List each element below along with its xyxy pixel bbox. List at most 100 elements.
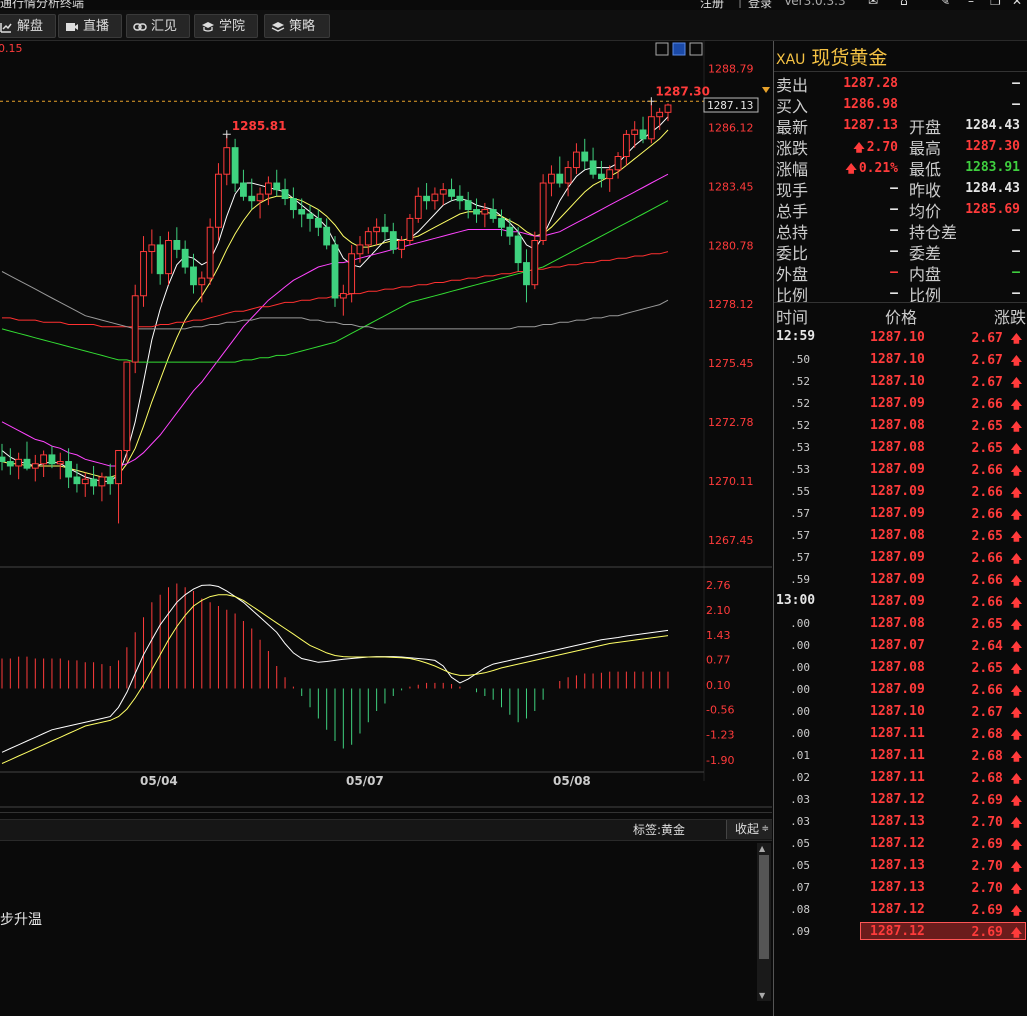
toolbar-label: 策略 (289, 19, 316, 34)
tick-row[interactable]: .00 1287.10 2.67 🡅 (774, 701, 1027, 723)
quote-row: 涨幅 🡅 0.21% 最低 1283.91 (774, 157, 1027, 179)
tick-row[interactable]: .53 1287.09 2.66 🡅 (774, 459, 1027, 481)
up-arrow-icon: 🡅 (845, 162, 857, 175)
scroll-up-icon[interactable]: ▲ (759, 844, 765, 853)
tick-row[interactable]: .01 1287.11 2.68 🡅 (774, 745, 1027, 767)
ticks-header-time: 时间 (776, 308, 809, 327)
tick-row[interactable]: .00 1287.08 2.65 🡅 (774, 657, 1027, 679)
tick-row[interactable]: .57 1287.09 2.66 🡅 (774, 547, 1027, 569)
tick-row[interactable]: .05 1287.12 2.69 🡅 (774, 833, 1027, 855)
candle-body (498, 217, 505, 228)
candle-body (240, 182, 247, 197)
restore-icon[interactable]: ❐ (990, 0, 1001, 8)
minimize-icon[interactable]: – (968, 0, 974, 8)
tick-row[interactable]: .52 1287.09 2.66 🡅 (774, 393, 1027, 415)
tick-change: 2.65 🡅 (972, 528, 1022, 547)
tick-row[interactable]: .03 1287.13 2.70 🡅 (774, 811, 1027, 833)
toolbar-button-jiepan[interactable]: 解盘 (0, 14, 56, 38)
tick-time: 13:00 (776, 593, 816, 608)
tick-row-selected[interactable]: .09 1287.12 2.69 🡅 (774, 921, 1027, 943)
toolbar: 解盘 直播 汇见 学院 策略 (0, 10, 1027, 41)
tick-row[interactable]: .55 1287.09 2.66 🡅 (774, 481, 1027, 503)
tick-change-text: 2.65 (971, 419, 1003, 434)
tick-row[interactable]: .50 1287.10 2.67 🡅 (774, 349, 1027, 371)
candle-body (173, 240, 181, 250)
tick-time: .53 (790, 463, 810, 476)
candle-body (148, 244, 156, 253)
kline-chart[interactable]: 0.15 1288.79 1286.12 1283.45 1280.78 1278.12… (0, 41, 772, 811)
tick-row[interactable]: .00 1287.08 2.65 🡅 (774, 613, 1027, 635)
tick-row[interactable]: .07 1287.13 2.70 🡅 (774, 877, 1027, 899)
tick-price: 1287.10 (870, 374, 925, 389)
tick-row[interactable]: .05 1287.13 2.70 🡅 (774, 855, 1027, 877)
quote-value-text: — (890, 202, 898, 217)
tick-change: 2.65 🡅 (972, 660, 1022, 679)
tick-time: .00 (790, 617, 810, 630)
news-scrollbar-thumb[interactable] (759, 855, 769, 959)
tick-row[interactable]: .57 1287.09 2.66 🡅 (774, 503, 1027, 525)
pin-icon[interactable]: ✎ (940, 0, 950, 8)
candle-body (106, 476, 114, 485)
tick-row[interactable]: 12:59 1287.10 2.67 🡅 (774, 327, 1027, 349)
tick-change-text: 2.66 (971, 507, 1003, 522)
tick-price: 1287.11 (870, 748, 925, 763)
collapse-button[interactable]: 收起 ≑ (726, 820, 772, 839)
tick-row[interactable]: .53 1287.08 2.65 🡅 (774, 437, 1027, 459)
tick-change: 2.66 🡅 (972, 484, 1022, 503)
candle-body (464, 200, 472, 211)
tick-row[interactable]: 13:00 1287.09 2.66 🡅 (774, 591, 1027, 613)
tick-row[interactable]: .52 1287.08 2.65 🡅 (774, 415, 1027, 437)
tick-row[interactable]: .57 1287.08 2.65 🡅 (774, 525, 1027, 547)
home-icon[interactable]: ⌂ (900, 0, 908, 8)
tick-change: 2.69 🡅 (972, 836, 1022, 855)
tick-time: .50 (790, 353, 810, 366)
tick-row[interactable]: .08 1287.12 2.69 🡅 (774, 899, 1027, 921)
tick-time: .01 (790, 749, 810, 762)
toolbar-label: 汇见 (151, 19, 178, 34)
quote-row: 委比 — 委差 — (774, 241, 1027, 263)
mode-button-2[interactable] (672, 42, 686, 56)
tick-change: 2.67 🡅 (972, 330, 1022, 349)
toolbar-button-huijian[interactable]: 汇见 (126, 14, 190, 38)
candle-body (431, 193, 439, 202)
candle-body (273, 182, 281, 191)
login-link[interactable]: 登录 (748, 0, 772, 10)
tick-change-text: 2.65 (971, 661, 1003, 676)
scroll-down-icon[interactable]: ▼ (759, 991, 765, 1000)
tick-price: 1287.11 (870, 770, 925, 785)
tick-row[interactable]: .02 1287.11 2.68 🡅 (774, 767, 1027, 789)
candle-body (389, 231, 397, 250)
register-link[interactable]: 注册 (700, 0, 724, 10)
up-arrow-icon: 🡅 (1010, 618, 1022, 631)
last-price-tag-text: 1287.13 (707, 99, 753, 112)
price-axis-label: 1280.78 (708, 239, 754, 252)
version-label: Ver3.0.3.3 (784, 0, 846, 8)
tick-change: 2.65 🡅 (972, 418, 1022, 437)
tick-price: 1287.09 (870, 484, 925, 499)
tick-row[interactable]: .52 1287.10 2.67 🡅 (774, 371, 1027, 393)
up-arrow-icon: 🡅 (1010, 420, 1022, 433)
quote-value: — (1012, 223, 1020, 238)
up-arrow-icon: 🡅 (1010, 904, 1022, 917)
quote-value: — (890, 223, 898, 238)
candle-body (48, 454, 56, 465)
tick-row[interactable]: .00 1287.07 2.64 🡅 (774, 635, 1027, 657)
tick-row[interactable]: .59 1287.09 2.66 🡅 (774, 569, 1027, 591)
news-headline[interactable]: 步升温 (0, 909, 42, 929)
tick-price: 1287.09 (870, 396, 925, 411)
candle-body (597, 173, 605, 180)
quote-value-text: 1287.28 (843, 76, 898, 91)
mail-icon[interactable]: ✉ (868, 0, 878, 8)
tick-row[interactable]: .03 1287.12 2.69 🡅 (774, 789, 1027, 811)
news-scrollbar[interactable]: ▲ ▼ (757, 843, 771, 1001)
tick-row[interactable]: .00 1287.09 2.66 🡅 (774, 679, 1027, 701)
toolbar-button-xueyuan[interactable]: 学院 (194, 14, 258, 38)
quote-value-text: 0.21% (858, 161, 898, 176)
tick-row[interactable]: .00 1287.11 2.68 🡅 (774, 723, 1027, 745)
candle-body (23, 458, 31, 469)
toolbar-button-celue[interactable]: 策略 (264, 14, 330, 38)
quote-row: 买入 1286.98— (774, 94, 1027, 116)
close-icon[interactable]: ✕ (1012, 0, 1022, 8)
toolbar-button-zhibo[interactable]: 直播 (58, 14, 122, 38)
quote-value: 1287.28 (843, 76, 898, 91)
